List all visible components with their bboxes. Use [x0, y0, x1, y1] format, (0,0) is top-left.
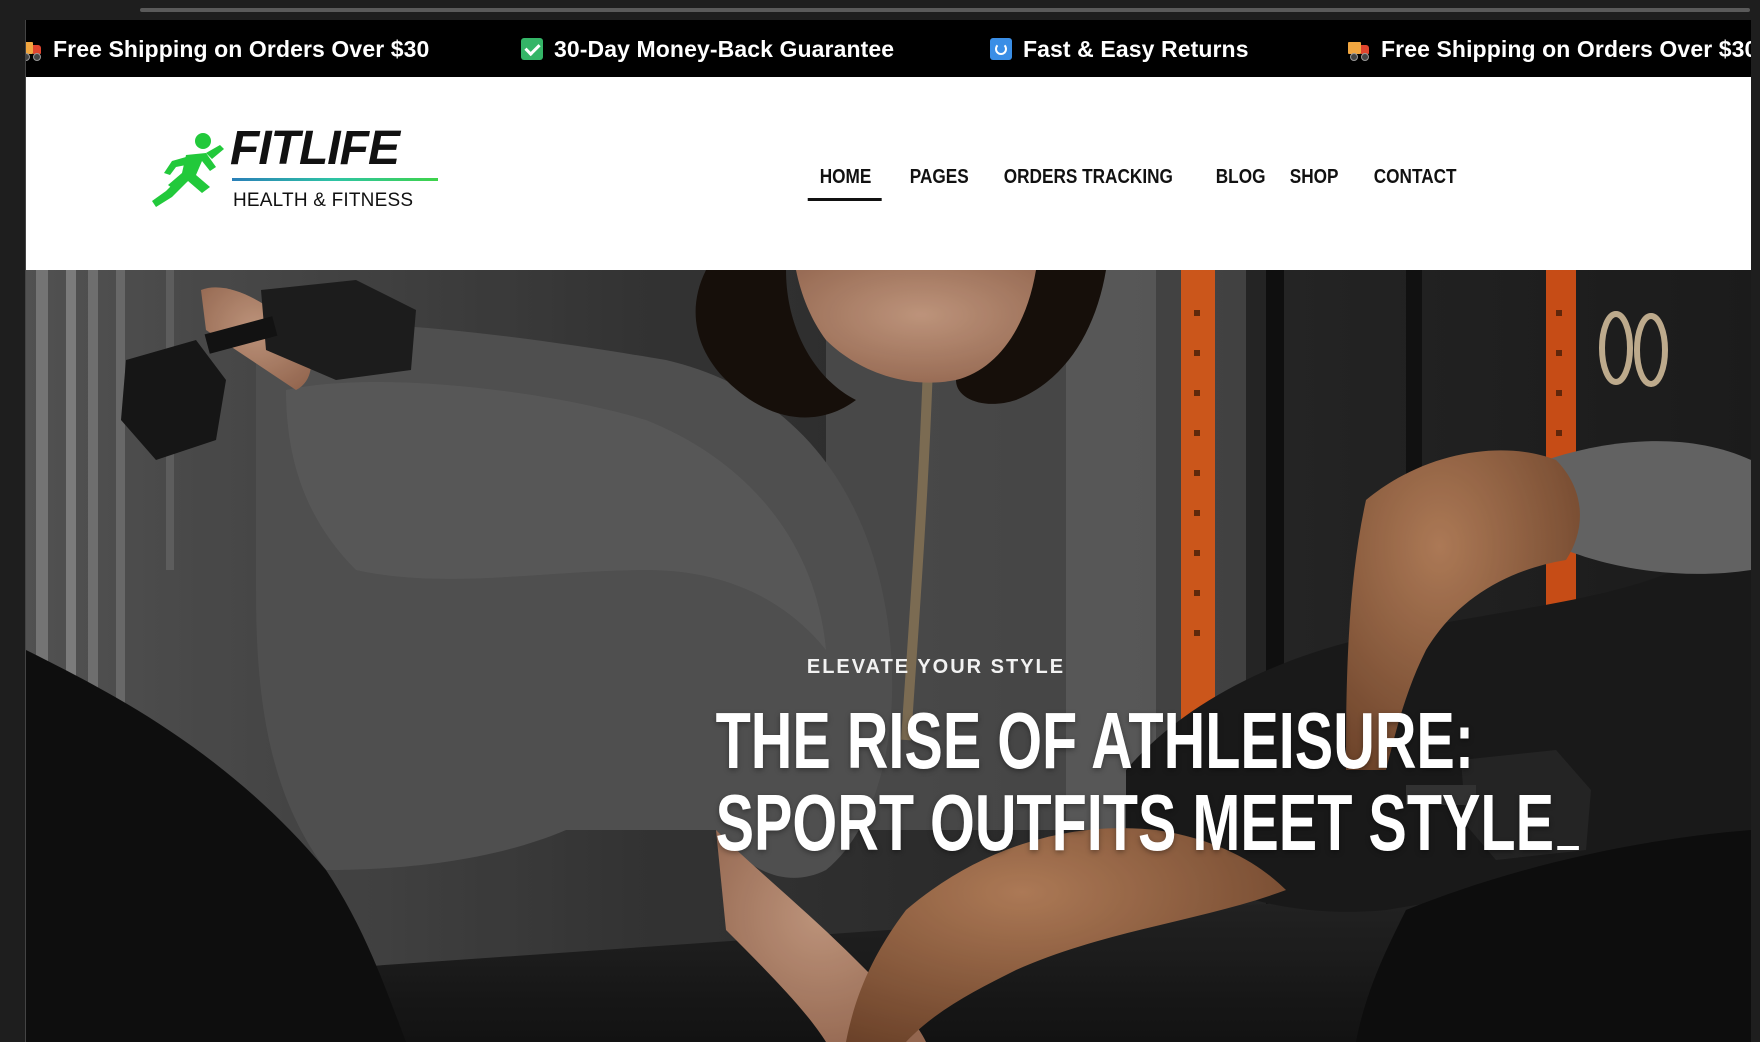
typing-cursor: [1556, 846, 1579, 850]
hero-eyebrow: ELEVATE YOUR STYLE: [806, 656, 1066, 678]
announcement-item: 30-Day Money-Back Guarantee: [521, 34, 894, 64]
announcement-item: Fast & Easy Returns: [990, 34, 1249, 64]
announcement-item: Free Shipping on Orders Over $30: [26, 34, 429, 64]
running-man-icon: [152, 133, 224, 207]
hero-section: ELEVATE YOUR STYLE THE RISE OF ATHLEISUR…: [26, 270, 1751, 1042]
nav-item-blog[interactable]: BLOG: [1202, 157, 1266, 197]
nav-item-home[interactable]: HOME: [806, 157, 883, 201]
announcement-text: Free Shipping on Orders Over $30: [53, 35, 430, 62]
nav-item-orders-tracking[interactable]: ORDERS TRACKING: [990, 157, 1173, 197]
logo-subtitle: HEALTH & FITNESS: [233, 190, 414, 211]
nav-item-pages[interactable]: PAGES: [896, 157, 977, 197]
site-header: FITLIFE HEALTH & FITNESS HOME PAGES ORDE…: [26, 77, 1751, 270]
announcement-item: Free Shipping on Orders Over $30: [1348, 34, 1751, 64]
main-nav: HOME PAGES ORDERS TRACKING BLOG SHOP CON…: [806, 157, 1482, 201]
announcement-text: Fast & Easy Returns: [1023, 35, 1249, 62]
hero-title-line-1: THE RISE OF ATHLEISURE:: [715, 696, 1475, 785]
nav-item-shop[interactable]: SHOP: [1276, 157, 1348, 197]
hero-title-line-2: SPORT OUTFITS MEET STYLE: [716, 782, 1579, 864]
check-icon: [521, 38, 543, 60]
truck-icon: [1348, 38, 1370, 61]
site-logo[interactable]: FITLIFE HEALTH & FITNESS: [146, 122, 446, 217]
logo-divider: [232, 178, 438, 181]
hero-title: THE RISE OF ATHLEISURE: SPORT OUTFITS ME…: [715, 696, 1579, 864]
announcement-text: 30-Day Money-Back Guarantee: [554, 35, 895, 62]
window-top-edge: [140, 8, 1750, 12]
browser-viewport: Free Shipping on Orders Over $30 30-Day …: [25, 20, 1751, 1042]
logo-title: FITLIFE: [230, 122, 400, 175]
hero-title-line-2-text: SPORT OUTFITS MEET STYLE: [715, 778, 1555, 867]
nav-item-contact[interactable]: CONTACT: [1360, 157, 1465, 197]
refresh-icon: [990, 38, 1012, 60]
announcement-bar: Free Shipping on Orders Over $30 30-Day …: [26, 20, 1751, 77]
truck-icon: [26, 38, 42, 61]
announcement-text: Free Shipping on Orders Over $30: [1381, 35, 1751, 62]
